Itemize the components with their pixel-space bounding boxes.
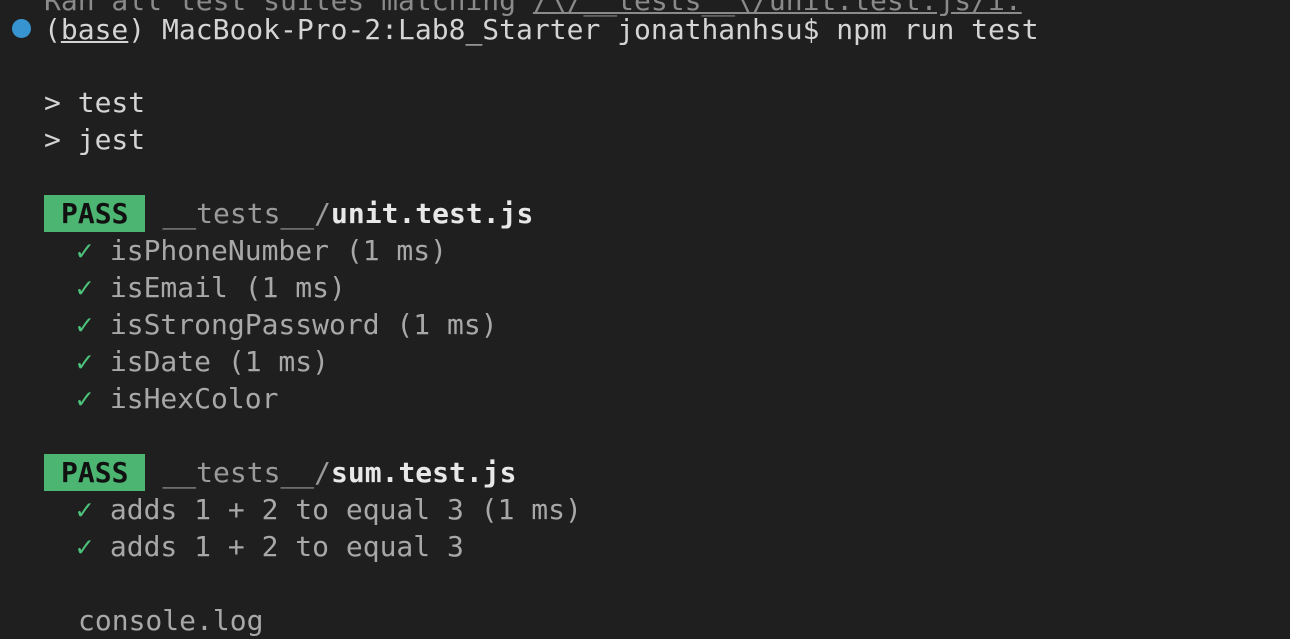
suite-file: unit.test.js (331, 197, 534, 230)
check-icon: ✓ (76, 308, 93, 341)
check-icon: ✓ (76, 271, 93, 304)
test-name: isDate (1 ms) (109, 345, 330, 378)
prompt-open-paren: ( (44, 13, 61, 46)
terminal-output[interactable]: Ran all test suites matching /\/__tests_… (0, 0, 1290, 637)
check-icon: ✓ (76, 530, 93, 563)
prompt-command: ) MacBook-Pro-2:Lab8_Starter jonathanhsu… (128, 13, 1039, 46)
test-result: ✓ isEmail (1 ms) (76, 269, 346, 306)
check-icon: ✓ (76, 345, 93, 378)
suite-file: sum.test.js (331, 456, 517, 489)
test-name: isHexColor (109, 382, 279, 415)
test-result: ✓ adds 1 + 2 to equal 3 (1 ms) (76, 491, 582, 528)
test-name: isPhoneNumber (1 ms) (109, 234, 448, 267)
suite-dir: __tests__/ (162, 197, 332, 230)
test-suite-header: PASS __tests__/unit.test.js (44, 195, 533, 232)
check-icon: ✓ (76, 234, 93, 267)
console-log-label: console.log (78, 604, 264, 637)
pass-badge: PASS (44, 195, 146, 232)
check-icon: ✓ (76, 382, 93, 415)
test-result: ✓ isDate (1 ms) (76, 343, 329, 380)
test-result: ✓ isStrongPassword (1 ms) (76, 306, 498, 343)
test-name: adds 1 + 2 to equal 3 (1 ms) (109, 493, 582, 526)
test-suite-header: PASS __tests__/sum.test.js (44, 454, 516, 491)
shell-prompt-line: (base) MacBook-Pro-2:Lab8_Starter jonath… (44, 11, 1039, 48)
command-status-dot-icon[interactable] (12, 19, 31, 38)
test-name: isStrongPassword (1 ms) (109, 308, 498, 341)
conda-env-name: base (60, 13, 129, 46)
test-name: adds 1 + 2 to equal 3 (109, 530, 464, 563)
test-result: ✓ isHexColor (76, 380, 278, 417)
pass-badge: PASS (44, 454, 146, 491)
test-name: isEmail (1 ms) (109, 271, 346, 304)
script-line: > test (44, 86, 146, 119)
check-icon: ✓ (76, 493, 93, 526)
test-result: ✓ adds 1 + 2 to equal 3 (76, 528, 464, 565)
test-result: ✓ isPhoneNumber (1 ms) (76, 232, 447, 269)
suite-dir: __tests__/ (162, 456, 332, 489)
script-line: > jest (44, 123, 146, 156)
